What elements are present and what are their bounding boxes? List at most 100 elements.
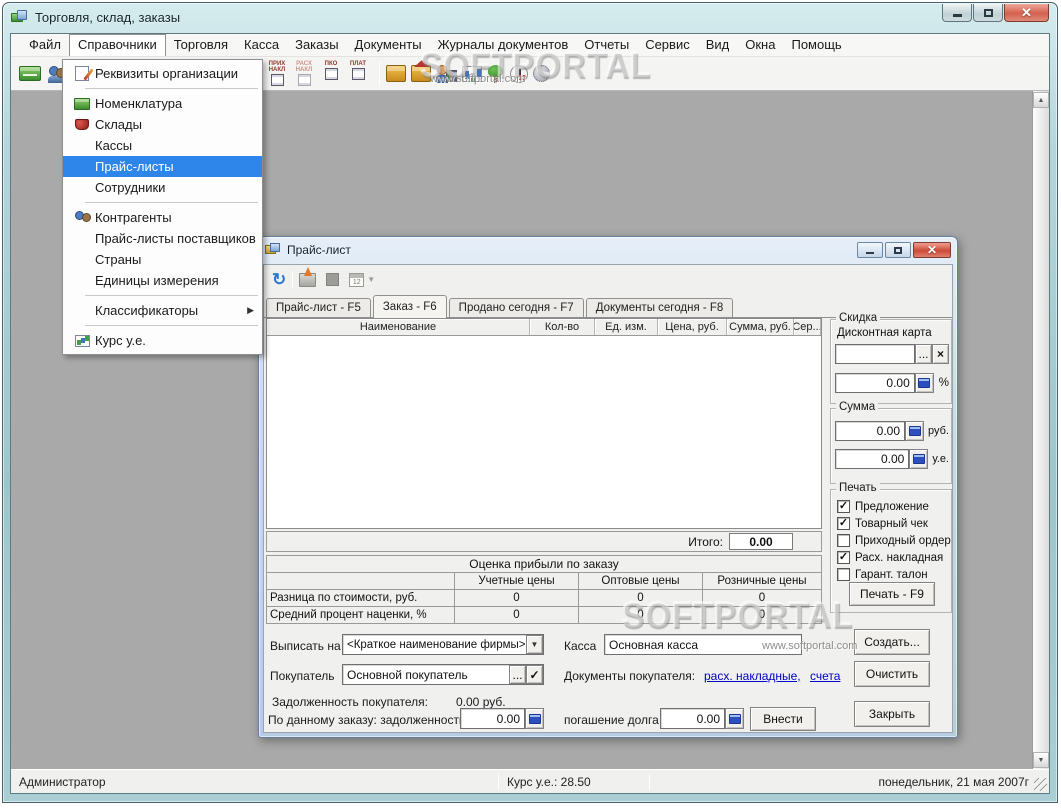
- order-debt-input[interactable]: 0.00: [460, 708, 525, 729]
- amount-ue-input[interactable]: 0.00: [835, 449, 910, 469]
- menu-item-cash-registers[interactable]: Кассы: [63, 135, 262, 156]
- buyer-confirm-button[interactable]: ✓: [526, 665, 543, 684]
- grid-header: Наименование Кол-во Ед. изм. Цена, руб. …: [267, 319, 821, 336]
- menu-item-view[interactable]: Вид: [698, 34, 738, 56]
- child-close-button[interactable]: ✕: [913, 242, 951, 258]
- discount-calc-button[interactable]: [914, 373, 934, 393]
- docs-link-accounts[interactable]: счета: [810, 669, 840, 683]
- maximize-button[interactable]: [973, 4, 1003, 22]
- resize-grip[interactable]: [1034, 778, 1047, 791]
- menu-item-reports[interactable]: Отчеты: [576, 34, 637, 56]
- menu-item-price-lists[interactable]: Прайс-листы: [63, 156, 262, 177]
- export-icon[interactable]: [299, 266, 317, 287]
- tab-documents-today[interactable]: Документы сегодня - F8: [585, 298, 734, 318]
- column-header-qty[interactable]: Кол-во: [530, 319, 595, 335]
- menu-item-cash[interactable]: Касса: [236, 34, 287, 56]
- close-order-button[interactable]: Закрыть: [854, 701, 930, 727]
- menu-item-contractors[interactable]: Контрагенты: [63, 207, 262, 228]
- checkbox-icon[interactable]: [837, 568, 850, 581]
- menu-item-countries[interactable]: Страны: [63, 249, 262, 270]
- discount-browse-button[interactable]: ...: [915, 344, 932, 364]
- tab-sold-today[interactable]: Продано сегодня - F7: [448, 298, 584, 318]
- print-button[interactable]: Печать - F9: [849, 582, 935, 606]
- checkbox-icon[interactable]: ✓: [837, 500, 850, 513]
- checkbox-expense-invoice[interactable]: ✓ Расх. накладная: [831, 549, 951, 566]
- scheduler-icon[interactable]: [510, 64, 528, 83]
- tab-order[interactable]: Заказ - F6: [372, 295, 447, 318]
- title-bar[interactable]: Торговля, склад, заказы ✕: [3, 3, 1057, 32]
- menu-item-directories[interactable]: Справочники: [68, 34, 166, 56]
- checkbox-icon[interactable]: [837, 534, 850, 547]
- cash-register-select[interactable]: Основная касса: [604, 634, 802, 655]
- vertical-scrollbar[interactable]: ▲ ▼: [1032, 91, 1049, 769]
- column-header-name[interactable]: Наименование: [267, 319, 530, 335]
- minimize-button[interactable]: [942, 4, 972, 22]
- dropdown-caret-icon[interactable]: ▼: [367, 275, 375, 284]
- bar-chart-icon[interactable]: [462, 65, 482, 82]
- scroll-up-button[interactable]: ▲: [1033, 92, 1049, 108]
- amount-rub-input[interactable]: 0.00: [835, 421, 906, 441]
- docs-link-invoices[interactable]: расх. накладные,: [704, 669, 801, 683]
- menu-item-supplier-price-lists[interactable]: Прайс-листы поставщиков: [63, 228, 262, 249]
- price-list-icon[interactable]: [19, 66, 41, 81]
- menu-item-warehouses[interactable]: Склады: [63, 114, 262, 135]
- receipt-invoice-icon[interactable]: ПРИХ НАКЛ: [265, 61, 289, 87]
- checkbox-sales-receipt[interactable]: ✓ Товарный чек: [831, 515, 951, 532]
- menu-item-document-journals[interactable]: Журналы документов: [430, 34, 577, 56]
- checkbox-receipt-order[interactable]: Приходный ордер: [831, 532, 951, 549]
- column-header-sum[interactable]: Сумма, руб.: [727, 319, 794, 335]
- issue-to-select[interactable]: <Краткое наименование фирмы> ▼: [342, 634, 544, 655]
- manager-report-icon[interactable]: [436, 64, 457, 83]
- menu-item-currency-rate[interactable]: Курс у.е.: [63, 330, 262, 351]
- discount-card-input[interactable]: [835, 344, 915, 364]
- chevron-down-icon[interactable]: ▼: [526, 635, 543, 654]
- order-grid[interactable]: Наименование Кол-во Ед. изм. Цена, руб. …: [266, 318, 822, 529]
- order-debt-calc-button[interactable]: [525, 708, 544, 729]
- menu-item-trade[interactable]: Торговля: [166, 34, 236, 56]
- nature-icon[interactable]: [487, 64, 505, 83]
- child-maximize-button[interactable]: [885, 242, 911, 258]
- deposit-button[interactable]: Внести: [750, 707, 816, 731]
- menu-item-service[interactable]: Сервис: [637, 34, 698, 56]
- menu-item-documents[interactable]: Документы: [347, 34, 430, 56]
- repay-input[interactable]: 0.00: [660, 708, 725, 729]
- child-minimize-button[interactable]: [857, 242, 883, 258]
- menu-item-units[interactable]: Единицы измерения: [63, 270, 262, 291]
- price-window-title-bar[interactable]: Прайс-лист ✕: [259, 237, 957, 263]
- amount-ue-calc-button[interactable]: [909, 449, 929, 469]
- menu-item-orders[interactable]: Заказы: [287, 34, 346, 56]
- checkbox-warranty[interactable]: Гарант. талон: [831, 566, 951, 583]
- buyer-input[interactable]: Основной покупатель ... ✓: [342, 664, 544, 685]
- expense-invoice-icon[interactable]: РАСХ НАКЛ: [292, 61, 316, 87]
- discount-percent-input[interactable]: 0.00: [835, 373, 915, 393]
- menu-item-requisites[interactable]: Реквизиты организации: [63, 63, 262, 84]
- refresh-icon[interactable]: ↻: [272, 271, 286, 288]
- scroll-down-button[interactable]: ▼: [1033, 752, 1049, 768]
- clear-button[interactable]: Очистить: [854, 661, 930, 687]
- tab-price-list[interactable]: Прайс-лист - F5: [266, 298, 371, 318]
- column-header-unit[interactable]: Ед. изм.: [595, 319, 658, 335]
- warehouse-icon[interactable]: [411, 60, 431, 82]
- package-icon[interactable]: [386, 65, 406, 82]
- calendar-icon[interactable]: 12: [349, 272, 365, 287]
- menu-item-employees[interactable]: Сотрудники: [63, 177, 262, 198]
- checkbox-icon[interactable]: ✓: [837, 517, 850, 530]
- payment-icon[interactable]: ПЛАТ: [346, 61, 370, 87]
- menu-item-classifiers[interactable]: Классификаторы ▶: [63, 300, 262, 321]
- menu-item-file[interactable]: Файл: [21, 34, 69, 56]
- amount-rub-calc-button[interactable]: [905, 421, 925, 441]
- checkbox-offer[interactable]: ✓ Предложение: [831, 498, 951, 515]
- discount-clear-button[interactable]: ×: [932, 344, 949, 364]
- menu-item-help[interactable]: Помощь: [783, 34, 849, 56]
- settings-icon[interactable]: [533, 65, 550, 82]
- cash-order-icon[interactable]: ПКО: [319, 61, 343, 87]
- close-button[interactable]: ✕: [1004, 4, 1049, 22]
- checkbox-icon[interactable]: ✓: [837, 551, 850, 564]
- menu-item-windows[interactable]: Окна: [737, 34, 783, 56]
- repay-calc-button[interactable]: [725, 708, 744, 729]
- column-header-serial[interactable]: Сер...: [794, 319, 821, 335]
- create-button[interactable]: Создать...: [854, 629, 930, 655]
- buyer-browse-button[interactable]: ...: [509, 665, 526, 684]
- column-header-price[interactable]: Цена, руб.: [658, 319, 727, 335]
- menu-item-nomenclature[interactable]: Номенклатура: [63, 93, 262, 114]
